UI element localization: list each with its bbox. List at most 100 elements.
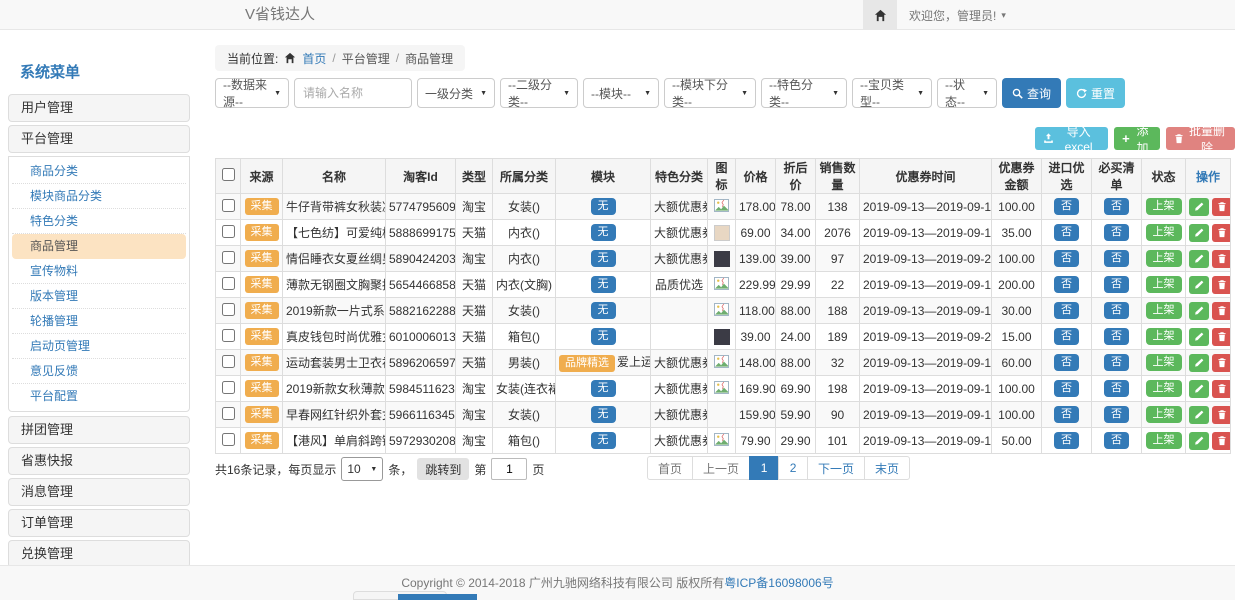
reset-button[interactable]: 重置 bbox=[1066, 78, 1125, 108]
status-badge[interactable]: 上架 bbox=[1146, 198, 1182, 215]
filter-select-7[interactable]: --状态--▼ bbox=[937, 78, 997, 108]
sidebar-bottom-group-0[interactable]: 拼团管理 bbox=[8, 416, 190, 444]
status-badge[interactable]: 上架 bbox=[1146, 432, 1182, 449]
sidebar-subitem-3[interactable]: 商品管理 bbox=[12, 234, 186, 259]
sidebar-subitem-1[interactable]: 模块商品分类 bbox=[12, 184, 186, 209]
import-flag-badge[interactable]: 否 bbox=[1054, 380, 1079, 397]
row-checkbox[interactable] bbox=[222, 251, 235, 264]
delete-button[interactable] bbox=[1212, 302, 1231, 320]
sidebar-bottom-group-1[interactable]: 省惠快报 bbox=[8, 447, 190, 475]
must-buy-badge[interactable]: 否 bbox=[1104, 250, 1129, 267]
must-buy-badge[interactable]: 否 bbox=[1104, 224, 1129, 241]
sidebar-group-1[interactable]: 平台管理 bbox=[8, 125, 190, 153]
home-button[interactable] bbox=[863, 0, 897, 30]
sidebar-bottom-group-3[interactable]: 订单管理 bbox=[8, 509, 190, 537]
import-flag-badge[interactable]: 否 bbox=[1054, 250, 1079, 267]
import-flag-badge[interactable]: 否 bbox=[1054, 432, 1079, 449]
sidebar-subitem-5[interactable]: 版本管理 bbox=[12, 284, 186, 309]
edit-button[interactable] bbox=[1189, 380, 1209, 398]
status-badge[interactable]: 上架 bbox=[1146, 302, 1182, 319]
edit-button[interactable] bbox=[1189, 406, 1209, 424]
must-buy-badge[interactable]: 否 bbox=[1104, 328, 1129, 345]
breadcrumb-home-link[interactable]: 首页 bbox=[302, 50, 326, 67]
edit-button[interactable] bbox=[1189, 328, 1209, 346]
delete-button[interactable] bbox=[1212, 354, 1231, 372]
import-flag-badge[interactable]: 否 bbox=[1054, 354, 1079, 371]
status-badge[interactable]: 上架 bbox=[1146, 250, 1182, 267]
status-badge[interactable]: 上架 bbox=[1146, 328, 1182, 345]
filter-select-4[interactable]: --模块下分类--▼ bbox=[664, 78, 756, 108]
sidebar-bottom-group-2[interactable]: 消息管理 bbox=[8, 478, 190, 506]
must-buy-badge[interactable]: 否 bbox=[1104, 354, 1129, 371]
filter-select-1[interactable]: 一级分类▼ bbox=[417, 78, 495, 108]
status-badge[interactable]: 上架 bbox=[1146, 406, 1182, 423]
filter-select-3[interactable]: --模块--▼ bbox=[583, 78, 659, 108]
must-buy-badge[interactable]: 否 bbox=[1104, 406, 1129, 423]
status-badge[interactable]: 上架 bbox=[1146, 380, 1182, 397]
edit-button[interactable] bbox=[1189, 302, 1209, 320]
must-buy-badge[interactable]: 否 bbox=[1104, 276, 1129, 293]
sidebar-subitem-7[interactable]: 启动页管理 bbox=[12, 334, 186, 359]
icp-link[interactable]: 粤ICP备16098006号 bbox=[724, 576, 833, 590]
filter-select-2[interactable]: --二级分类--▼ bbox=[500, 78, 578, 108]
row-checkbox[interactable] bbox=[222, 303, 235, 316]
must-buy-badge[interactable]: 否 bbox=[1104, 380, 1129, 397]
add-button[interactable]: + 添加 bbox=[1114, 127, 1160, 150]
delete-button[interactable] bbox=[1212, 406, 1231, 424]
import-flag-badge[interactable]: 否 bbox=[1054, 276, 1079, 293]
delete-button[interactable] bbox=[1212, 276, 1231, 294]
sidebar-subitem-4[interactable]: 宣传物料 bbox=[12, 259, 186, 284]
row-checkbox[interactable] bbox=[222, 329, 235, 342]
page-size-select[interactable]: 10 ▼ bbox=[341, 457, 383, 481]
filter-select-0[interactable]: --数据来源--▼ bbox=[215, 78, 289, 108]
sidebar-subitem-6[interactable]: 轮播管理 bbox=[12, 309, 186, 334]
edit-button[interactable] bbox=[1189, 198, 1209, 216]
edit-button[interactable] bbox=[1189, 250, 1209, 268]
page-button-0[interactable]: 首页 bbox=[647, 456, 693, 480]
delete-button[interactable] bbox=[1212, 198, 1231, 216]
status-badge[interactable]: 上架 bbox=[1146, 224, 1182, 241]
status-badge[interactable]: 上架 bbox=[1146, 276, 1182, 293]
row-checkbox[interactable] bbox=[222, 355, 235, 368]
page-number-input[interactable] bbox=[491, 458, 527, 480]
page-button-2[interactable]: 1 bbox=[749, 456, 779, 480]
name-search-input[interactable] bbox=[294, 78, 412, 108]
page-button-1[interactable]: 上一页 bbox=[692, 456, 750, 480]
sidebar-subitem-8[interactable]: 意见反馈 bbox=[12, 359, 186, 384]
delete-button[interactable] bbox=[1212, 224, 1231, 242]
page-button-4[interactable]: 下一页 bbox=[807, 456, 865, 480]
import-flag-badge[interactable]: 否 bbox=[1054, 224, 1079, 241]
row-checkbox[interactable] bbox=[222, 277, 235, 290]
row-checkbox[interactable] bbox=[222, 407, 235, 420]
sidebar-subitem-2[interactable]: 特色分类 bbox=[12, 209, 186, 234]
must-buy-badge[interactable]: 否 bbox=[1104, 198, 1129, 215]
sidebar-group-0[interactable]: 用户管理 bbox=[8, 94, 190, 122]
user-menu[interactable]: 欢迎您，管理员! ▾ bbox=[897, 0, 1006, 30]
search-button[interactable]: 查询 bbox=[1002, 78, 1061, 108]
row-checkbox[interactable] bbox=[222, 381, 235, 394]
select-all-checkbox[interactable] bbox=[222, 168, 235, 181]
edit-button[interactable] bbox=[1189, 276, 1209, 294]
delete-button[interactable] bbox=[1212, 380, 1231, 398]
edit-button[interactable] bbox=[1189, 224, 1209, 242]
must-buy-badge[interactable]: 否 bbox=[1104, 302, 1129, 319]
delete-button[interactable] bbox=[1212, 432, 1231, 450]
delete-button[interactable] bbox=[1212, 250, 1231, 268]
batch-delete-button[interactable]: 批量删除 bbox=[1166, 127, 1235, 150]
sidebar-subitem-0[interactable]: 商品分类 bbox=[12, 159, 186, 184]
sidebar-bottom-group-4[interactable]: 兑换管理 bbox=[8, 540, 190, 568]
import-flag-badge[interactable]: 否 bbox=[1054, 328, 1079, 345]
delete-button[interactable] bbox=[1212, 328, 1231, 346]
row-checkbox[interactable] bbox=[222, 433, 235, 446]
page-button-3[interactable]: 2 bbox=[778, 456, 808, 480]
import-flag-badge[interactable]: 否 bbox=[1054, 406, 1079, 423]
filter-select-6[interactable]: --宝贝类型--▼ bbox=[852, 78, 932, 108]
import-flag-badge[interactable]: 否 bbox=[1054, 198, 1079, 215]
edit-button[interactable] bbox=[1189, 354, 1209, 372]
must-buy-badge[interactable]: 否 bbox=[1104, 432, 1129, 449]
jump-button[interactable]: 跳转到 bbox=[417, 458, 469, 480]
edit-button[interactable] bbox=[1189, 432, 1209, 450]
status-badge[interactable]: 上架 bbox=[1146, 354, 1182, 371]
sidebar-subitem-9[interactable]: 平台配置 bbox=[12, 384, 186, 409]
row-checkbox[interactable] bbox=[222, 225, 235, 238]
